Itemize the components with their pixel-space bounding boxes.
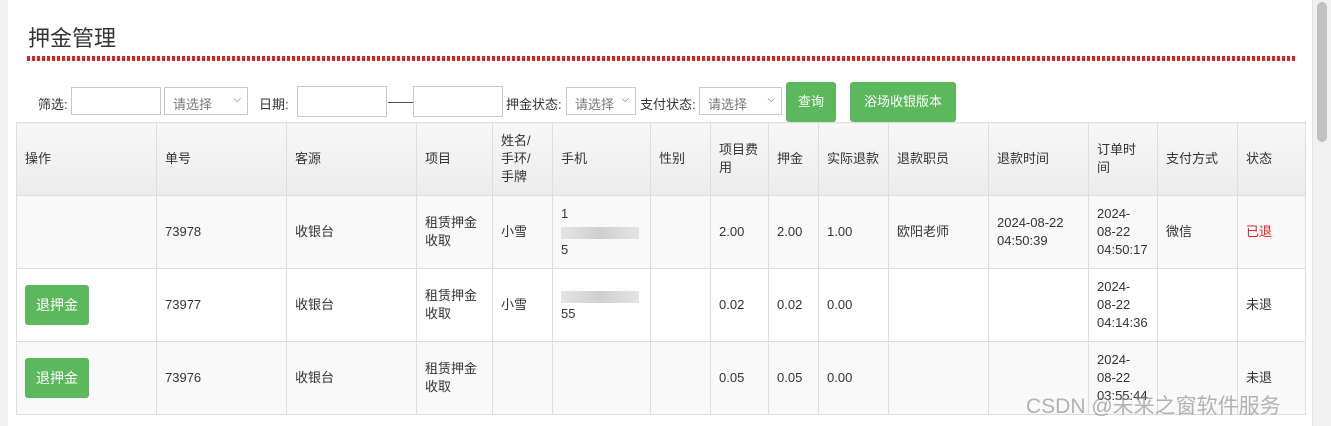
order-no-cell: 73978 xyxy=(156,195,287,269)
deposit-cell: 0.05 xyxy=(768,341,819,415)
item-cell: 租赁押金 收取 xyxy=(416,341,493,415)
chevron-down-icon: ⌵ xyxy=(233,94,241,105)
refund-cell: 0.00 xyxy=(818,268,889,342)
chevron-down-icon: ⌵ xyxy=(767,94,775,105)
name-cell xyxy=(492,341,553,415)
staff-cell: 欧阳老师 xyxy=(888,195,989,269)
order-no-cell: 73976 xyxy=(156,341,287,415)
table-row: 73978 收银台 租赁押金 收取 小雪 15 2.00 2.00 1.00 欧… xyxy=(16,195,1306,269)
fee-cell: 0.05 xyxy=(710,341,769,415)
status-cell: 未退 xyxy=(1237,268,1306,342)
date-label: 日期: xyxy=(259,97,289,112)
source-cell: 收银台 xyxy=(286,341,417,415)
phone-suffix: 5 xyxy=(561,242,569,257)
filter-select[interactable]: 请选择 ⌵ xyxy=(164,87,248,115)
table-header-row: 操作 单号 客源 项目 姓名/ 手环/ 手牌 手机 性别 项目费 用 押金 实际… xyxy=(16,122,1306,196)
col-header: 订单时 间 xyxy=(1088,122,1158,196)
deposit-status-select[interactable]: 请选择 ⌵ xyxy=(566,87,636,115)
version-button[interactable]: 浴场收银版本 xyxy=(850,82,956,122)
phone-cell: 15 xyxy=(552,195,651,269)
pay-method-cell xyxy=(1157,268,1238,342)
source-cell: 收银台 xyxy=(286,268,417,342)
refund-time-cell: 2024-08-22 04:50:39 xyxy=(988,195,1089,269)
order-time-cell: 2024- 08-22 04:14:36 xyxy=(1088,268,1158,342)
item-cell: 租赁押金 收取 xyxy=(416,268,493,342)
col-header: 支付方式 xyxy=(1157,122,1238,196)
chevron-down-icon: ⌵ xyxy=(621,94,629,105)
phone-mask xyxy=(561,226,639,239)
order-no-cell: 73977 xyxy=(156,268,287,342)
col-header: 项目费 用 xyxy=(710,122,769,196)
name-cell: 小雪 xyxy=(492,195,553,269)
item-cell: 租赁押金 收取 xyxy=(416,195,493,269)
col-header: 押金 xyxy=(768,122,819,196)
filter-select-value: 请选择 xyxy=(173,97,213,112)
gender-cell xyxy=(650,268,711,342)
source-cell: 收银台 xyxy=(286,195,417,269)
deposit-table: 操作 单号 客源 项目 姓名/ 手环/ 手牌 手机 性别 项目费 用 押金 实际… xyxy=(16,122,1306,415)
col-header: 姓名/ 手环/ 手牌 xyxy=(492,122,553,196)
col-header: 状态 xyxy=(1237,122,1306,196)
vertical-scrollbar[interactable] xyxy=(1312,0,1331,426)
col-header: 手机 xyxy=(552,122,651,196)
col-header: 项目 xyxy=(416,122,493,196)
action-cell: 退押金 xyxy=(16,268,157,342)
phone-cell xyxy=(552,341,651,415)
deposit-status-label: 押金状态: xyxy=(506,97,562,112)
pay-status-value: 请选择 xyxy=(708,97,748,112)
order-time-cell: 2024- 08-22 04:50:17 xyxy=(1088,195,1158,269)
col-header: 操作 xyxy=(16,122,157,196)
filter-input[interactable] xyxy=(71,87,161,115)
action-cell: 退押金 xyxy=(16,341,157,415)
deposit-status-value: 请选择 xyxy=(575,97,615,112)
date-start-input[interactable] xyxy=(297,86,387,117)
staff-cell xyxy=(888,341,989,415)
gender-cell xyxy=(650,341,711,415)
refund-time-cell xyxy=(988,268,1089,342)
gender-cell xyxy=(650,195,711,269)
query-button[interactable]: 查询 xyxy=(786,82,836,122)
phone-suffix: 55 xyxy=(561,306,576,321)
col-header: 单号 xyxy=(156,122,287,196)
left-edge-strip xyxy=(0,0,8,426)
title-divider xyxy=(27,56,1295,61)
filter-bar: 筛选: 请选择 ⌵ 日期: —— 押金状态: 请选择 ⌵ 支付状态: 请选择 ⌵… xyxy=(16,82,1306,122)
action-cell xyxy=(16,195,157,269)
phone-mask xyxy=(561,290,639,303)
date-separator: —— xyxy=(388,94,414,109)
table-row: 退押金 73977 收银台 租赁押金 收取 小雪 55 0.02 0.02 0.… xyxy=(16,268,1306,342)
date-end-input[interactable] xyxy=(413,86,503,117)
deposit-cell: 2.00 xyxy=(768,195,819,269)
col-header: 退款时间 xyxy=(988,122,1089,196)
staff-cell xyxy=(888,268,989,342)
phone-cell: 55 xyxy=(552,268,651,342)
fee-cell: 0.02 xyxy=(710,268,769,342)
deposit-cell: 0.02 xyxy=(768,268,819,342)
refund-deposit-button[interactable]: 退押金 xyxy=(25,358,89,398)
pay-status-select[interactable]: 请选择 ⌵ xyxy=(699,87,782,115)
col-header: 实际退款 xyxy=(818,122,889,196)
status-cell: 已退 xyxy=(1237,195,1306,269)
pay-status-label: 支付状态: xyxy=(640,97,696,112)
phone-prefix: 1 xyxy=(561,206,569,221)
col-header: 退款职员 xyxy=(888,122,989,196)
fee-cell: 2.00 xyxy=(710,195,769,269)
filter-label: 筛选: xyxy=(38,97,68,112)
page-title: 押金管理 xyxy=(28,26,117,51)
watermark: CSDN @未来之窗软件服务 xyxy=(1026,395,1281,418)
refund-deposit-button[interactable]: 退押金 xyxy=(25,285,89,325)
col-header: 客源 xyxy=(286,122,417,196)
col-header: 性别 xyxy=(650,122,711,196)
refund-cell: 1.00 xyxy=(818,195,889,269)
scrollbar-thumb[interactable] xyxy=(1317,2,1327,142)
name-cell: 小雪 xyxy=(492,268,553,342)
pay-method-cell: 微信 xyxy=(1157,195,1238,269)
refund-cell: 0.00 xyxy=(818,341,889,415)
